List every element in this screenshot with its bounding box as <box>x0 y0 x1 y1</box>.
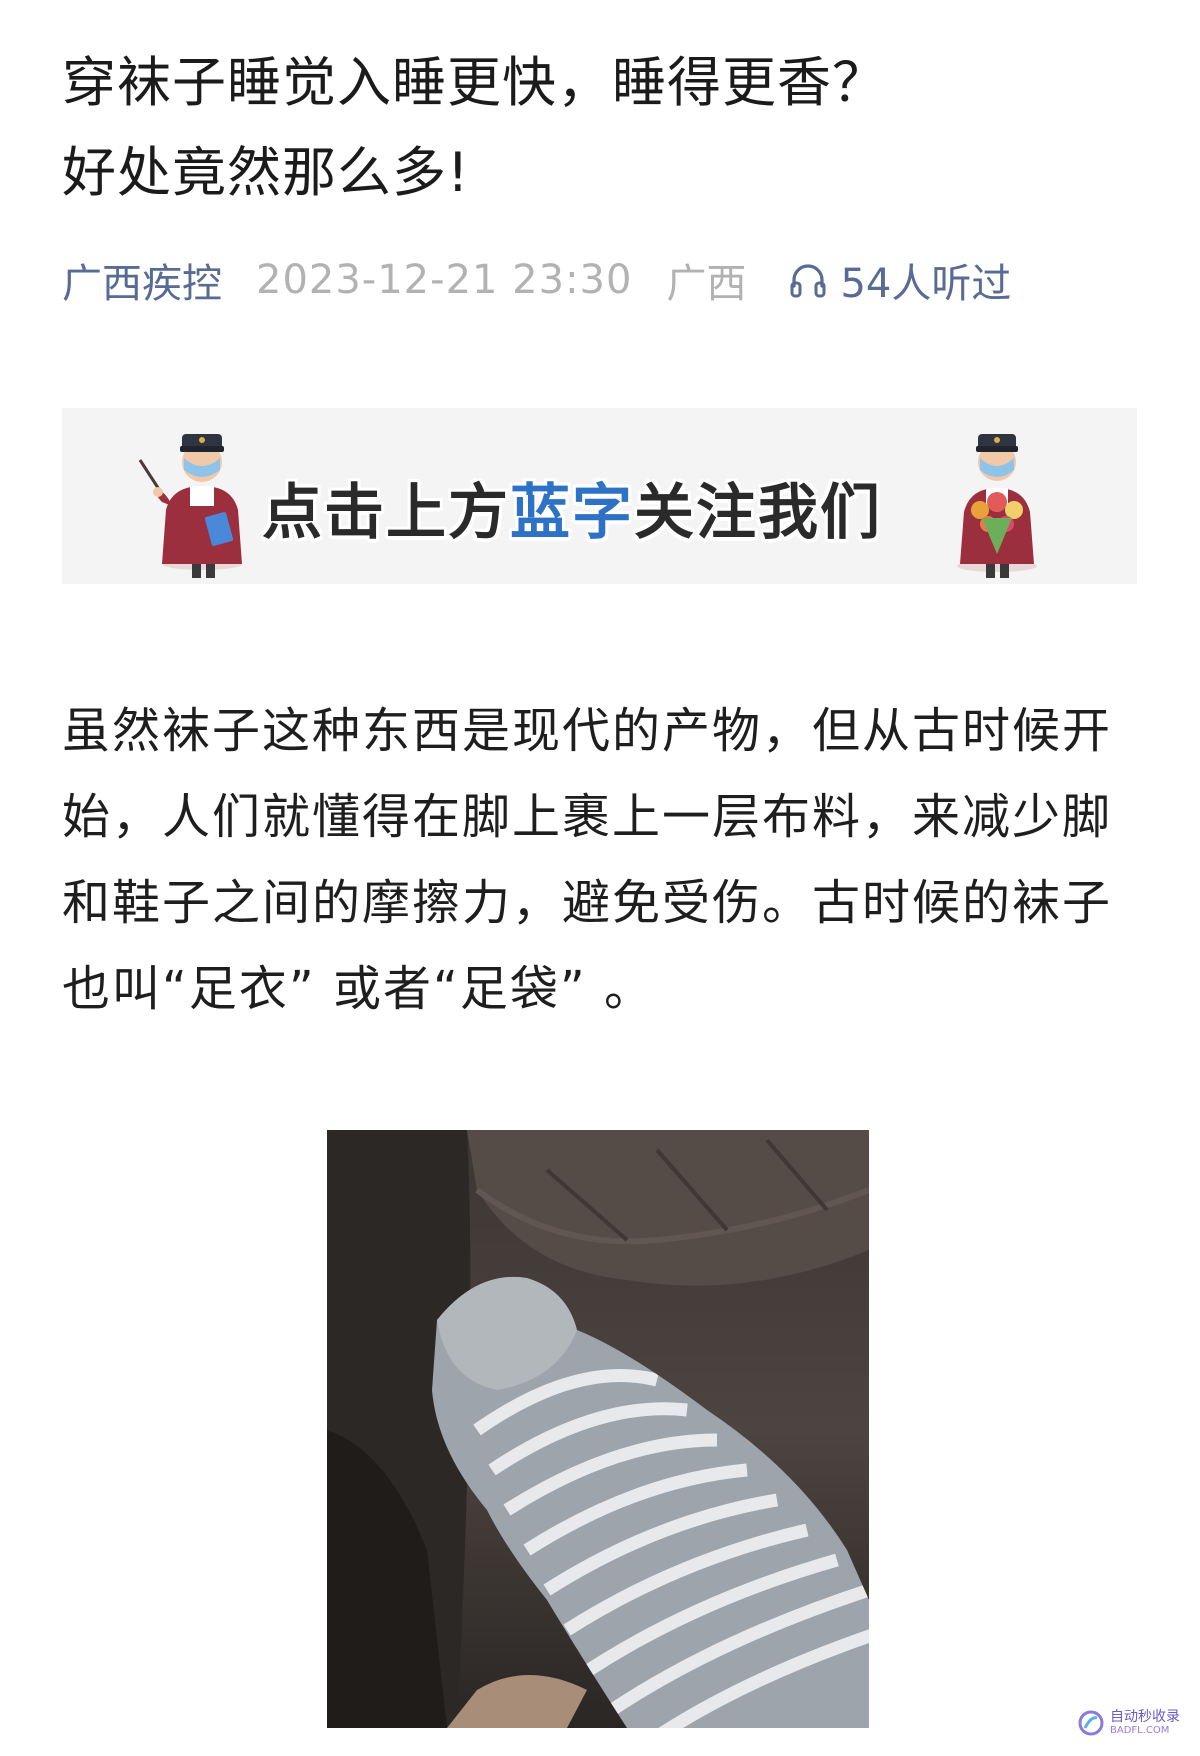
follow-us-text: 点击上方蓝字关注我们 <box>262 478 882 548</box>
follow-text-highlight: 蓝字 <box>510 478 634 548</box>
article-title: 穿袜子睡觉入睡更快，睡得更香？ 好处竟然那么多! <box>62 38 1142 218</box>
publish-region: 广西 <box>666 261 747 307</box>
doctor-with-flowers-illustration <box>957 434 1037 578</box>
article-paragraph: 虽然袜子这种东西是现代的产物，但从古时候开始，人们就懂得在脚上裹上一层布料，来减… <box>62 703 1113 1017</box>
doctor-with-pointer-illustration <box>138 434 242 578</box>
listen-button[interactable]: 54人听过 <box>788 251 1011 309</box>
listen-count: 54人听过 <box>840 261 1012 307</box>
follow-text-before: 点击上方 <box>262 478 510 548</box>
sock-foot-photo-drawing <box>327 1130 869 1728</box>
sock-foot-photo[interactable] <box>327 1130 869 1728</box>
follow-text-after: 关注我们 <box>634 478 882 548</box>
article-title-line-1: 穿袜子睡觉入睡更快，睡得更香？ <box>62 51 887 114</box>
watermark-en: BADFL.COM <box>1110 1725 1170 1736</box>
headphones-icon <box>790 264 826 298</box>
watermark-cn: 自动秒收录 <box>1110 1709 1180 1725</box>
account-name-link[interactable]: 广西疾控 <box>62 251 222 309</box>
site-watermark: 自动秒收录 BADFL.COM <box>1078 1710 1180 1736</box>
watermark-logo-icon <box>1078 1710 1104 1736</box>
article-meta: 广西疾控 2023-12-21 23:30 广西 54人听过 <box>62 252 1011 308</box>
follow-banner[interactable]: 点击上方蓝字关注我们 <box>62 408 1137 584</box>
publish-time: 2023-12-21 23:30 <box>256 257 633 303</box>
article-title-line-2: 好处竟然那么多! <box>62 141 470 204</box>
